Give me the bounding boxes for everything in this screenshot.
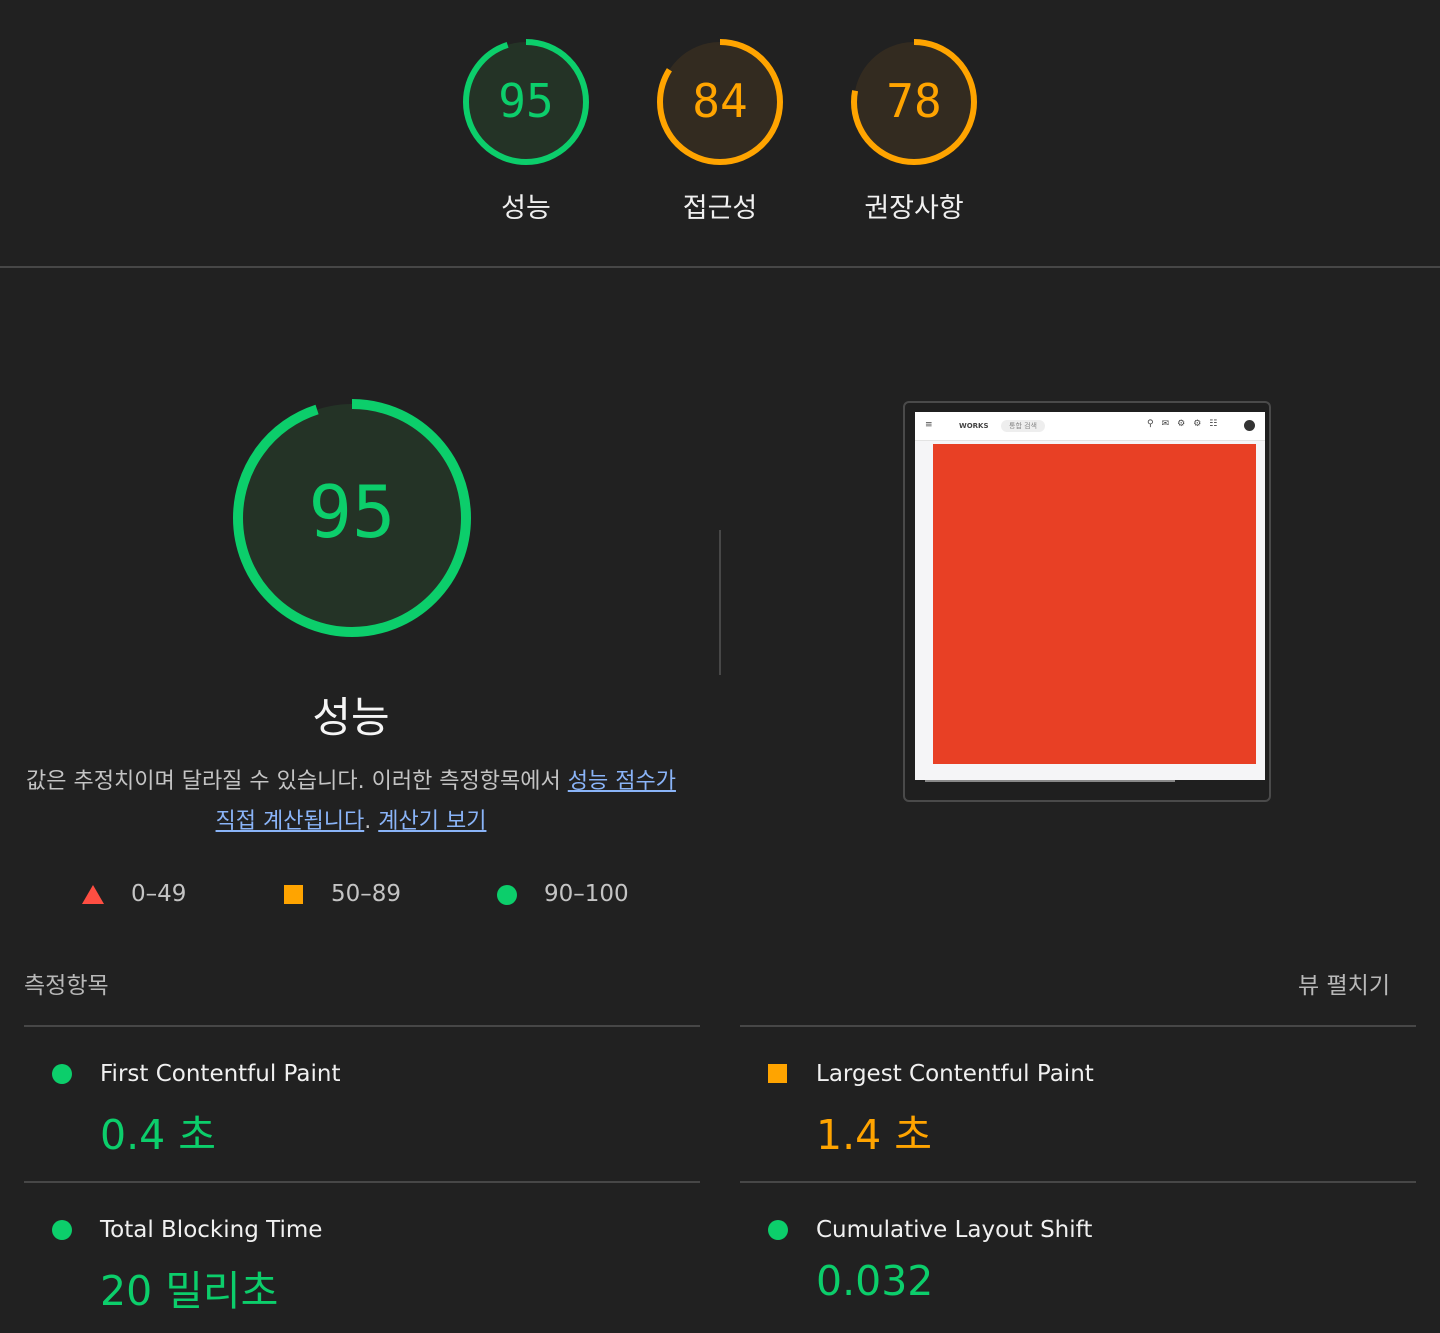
screenshot-image: ≡ WORKS 통합 검색 ⚲✉⚙⚙☷ [915,412,1265,797]
metric-name: Cumulative Layout Shift [816,1217,1093,1243]
performance-gauge-large: 95 [232,398,472,638]
section-divider [719,530,721,675]
square-icon [284,885,303,904]
metric-lcp: Largest Contentful Paint 1.4 초 [740,1027,1416,1177]
gauge-best-practices[interactable]: 78 권장사항 [850,38,978,224]
circle-icon [768,1220,788,1240]
avatar [1244,420,1255,431]
description-text: 값은 추정치이며 달라질 수 있습니다. 이러한 측정항목에서 [26,769,568,794]
metric-name: Largest Contentful Paint [816,1061,1094,1087]
performance-description: 값은 추정치이며 달라질 수 있습니다. 이러한 측정항목에서 성능 점수가 직… [20,762,682,842]
gauge-score: 78 [886,74,942,128]
metric-tbt: Total Blocking Time 20 밀리초 [24,1183,700,1333]
description-sep: . [364,809,379,834]
category-summary: 95 성능 84 접근성 78 권장사항 [0,0,1440,268]
metric-name: Total Blocking Time [100,1217,323,1243]
legend-pass-range: 90–100 [544,881,629,907]
gauge-label: 성능 [501,193,551,224]
gauge-label: 권장사항 [864,193,964,224]
legend-average-range: 50–89 [331,881,402,907]
screenshot-search: 통합 검색 [1001,420,1045,432]
final-screenshot[interactable]: ≡ WORKS 통합 검색 ⚲✉⚙⚙☷ [903,401,1271,802]
gauge-score: 84 [692,74,748,128]
score-legend: 0–49 50–89 90–100 [82,876,642,916]
square-icon [768,1064,787,1083]
performance-score: 95 [308,470,396,554]
metric-cls: Cumulative Layout Shift 0.032 [740,1183,1416,1333]
calculator-link[interactable]: 계산기 보기 [378,809,486,834]
circle-icon [52,1064,72,1084]
metric-value: 0.4 초 [100,1111,216,1159]
metric-value: 20 밀리초 [100,1267,279,1315]
menu-icon: ≡ [925,420,933,430]
performance-title: 성능 [312,693,390,742]
metrics-heading: 측정항목 [24,973,109,999]
gauge-performance[interactable]: 95 성능 [462,38,590,224]
metric-name: First Contentful Paint [100,1061,341,1087]
circle-icon [52,1220,72,1240]
legend-fail-range: 0–49 [131,881,187,907]
screenshot-header: ≡ WORKS 통합 검색 ⚲✉⚙⚙☷ [915,412,1265,441]
metric-value: 0.032 [816,1257,934,1305]
screenshot-brand: WORKS [959,422,989,430]
screenshot-footer [915,776,1265,797]
screenshot-toolbar-icons: ⚲✉⚙⚙☷ [1147,419,1226,429]
screenshot-lcp-element [933,444,1256,764]
metric-fcp: First Contentful Paint 0.4 초 [24,1027,700,1177]
gauge-accessibility[interactable]: 84 접근성 [656,38,784,224]
triangle-icon [82,885,104,904]
metric-value: 1.4 초 [816,1111,932,1159]
expand-view-button[interactable]: 뷰 펼치기 [1298,966,1390,1000]
gauge-label: 접근성 [682,193,758,224]
circle-icon [497,885,517,905]
gauge-score: 95 [498,74,554,128]
